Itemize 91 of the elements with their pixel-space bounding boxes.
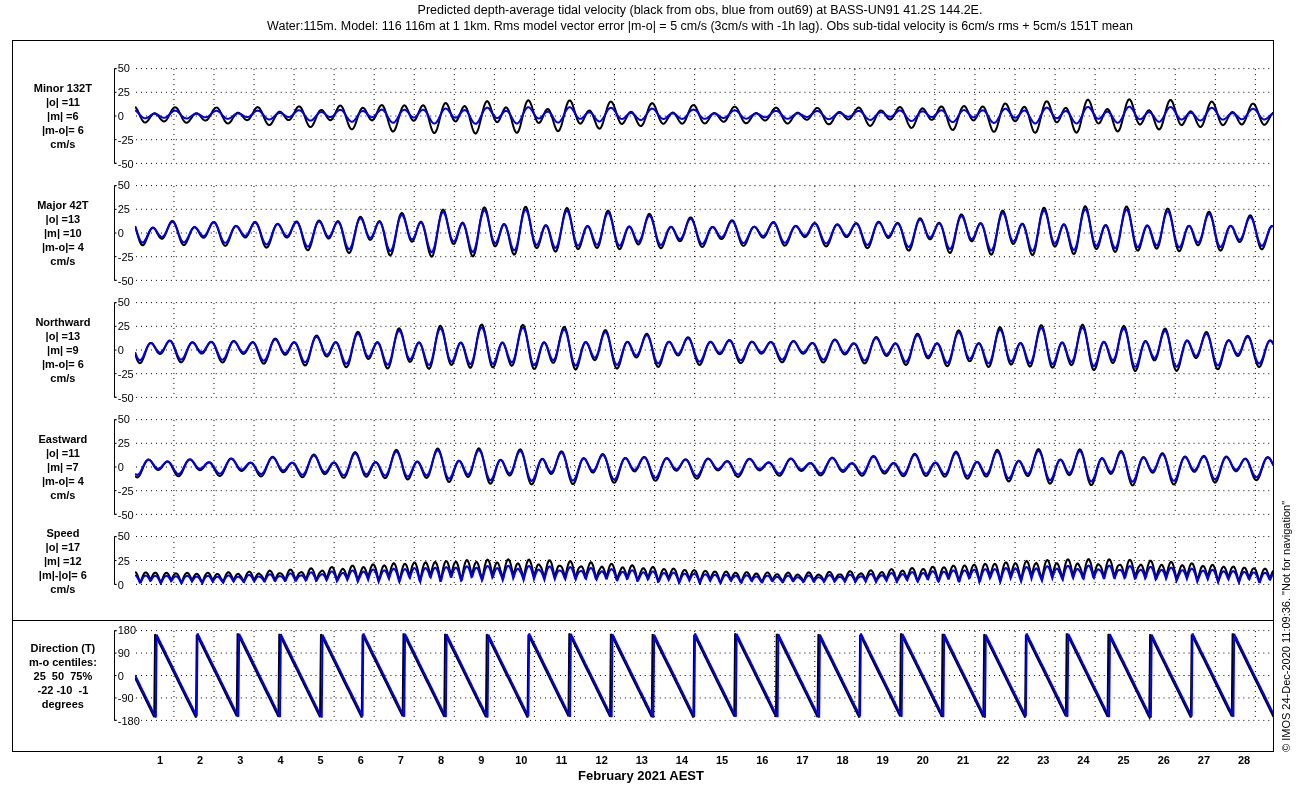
- panel-label: Major 42T: [37, 198, 89, 212]
- x-tick-label: 9: [478, 754, 485, 766]
- panel-stat: |o| =11: [45, 446, 80, 460]
- x-tick-label: 23: [1037, 754, 1050, 766]
- x-tick-label: 19: [876, 754, 889, 766]
- y-tick-label: -25: [117, 134, 134, 146]
- y-tick-label: 0: [117, 227, 124, 239]
- panel-stat: |m| =10: [44, 226, 82, 240]
- panel-stat: |o| =17: [45, 539, 81, 554]
- y-tick-label: -25: [117, 368, 134, 380]
- y-tick-label: -90: [117, 692, 134, 705]
- y-tick-label: 25: [117, 437, 130, 449]
- x-tick-label: 27: [1197, 754, 1210, 766]
- x-tick-label: 7: [397, 754, 404, 766]
- panel-label: Speed: [46, 525, 80, 540]
- y-tick-label: 50: [117, 62, 130, 74]
- y-tick-label: 25: [117, 554, 130, 567]
- y-tick-label: 25: [117, 86, 130, 98]
- x-tick-label: 16: [756, 754, 769, 766]
- x-tick-label: 5: [317, 754, 324, 766]
- y-tick-label: 0: [117, 110, 124, 122]
- y-tick-label: 25: [117, 320, 130, 332]
- x-tick-label: 25: [1117, 754, 1130, 766]
- panel-stat: |m| =6: [47, 109, 79, 123]
- panel-stat: cm/s: [50, 254, 76, 268]
- y-tick-label: 25: [117, 203, 130, 215]
- panel-stat: |o| =11: [45, 95, 80, 109]
- panel-stat: |m-o|= 4: [41, 474, 84, 488]
- x-tick-label: 13: [635, 754, 648, 766]
- x-tick-label: 15: [715, 754, 729, 766]
- x-axis-title: February 2021 AEST: [578, 768, 704, 784]
- y-tick-label: -25: [117, 485, 134, 497]
- y-tick-label: -50: [117, 158, 134, 170]
- y-tick-label: 0: [117, 669, 124, 682]
- x-tick-label: 3: [237, 754, 244, 766]
- x-tick-label: 12: [595, 754, 608, 766]
- y-tick-label: 180: [117, 624, 137, 636]
- y-tick-label: 0: [117, 579, 124, 591]
- panel-stat: |m-o|= 6: [41, 357, 84, 371]
- chart-title: Predicted depth-average tidal velocity (black from obs, blue from out69) at BASS-UN91 41.2S 144.2E.: [417, 2, 983, 18]
- y-tick-label: 0: [117, 461, 124, 473]
- panel-stat: cm/s: [50, 581, 76, 596]
- y-tick-label: -50: [117, 509, 134, 521]
- panel-stat: 25 50 75%: [33, 668, 93, 683]
- panel-stat: |o| =13: [45, 212, 81, 226]
- y-tick-label: -25: [117, 251, 134, 263]
- panel-stat: m-o centiles:: [28, 654, 97, 669]
- x-tick-label: 17: [796, 754, 809, 766]
- x-tick-label: 18: [836, 754, 849, 766]
- panel-stat: cm/s: [50, 137, 76, 151]
- x-tick-label: 4: [277, 754, 284, 766]
- y-tick-label: -50: [117, 392, 134, 404]
- x-tick-label: 1: [156, 754, 164, 766]
- x-tick-label: 24: [1077, 754, 1090, 766]
- chart-title: Water:115m. Model: 116 116m at 1 1km. Rms model vector error |m-o| = 5 cm/s (3cm/s with -1h lag). Obs sub-tidal velocity is 6cm/s rms + 5cm/s 151T mean: [267, 18, 1133, 34]
- y-tick-label: 50: [117, 530, 130, 542]
- panel-stat: cm/s: [50, 488, 76, 502]
- x-tick-label: 6: [357, 754, 364, 766]
- panel-stat: cm/s: [50, 371, 76, 385]
- x-tick-label: 2: [197, 754, 204, 766]
- x-tick-label: 20: [916, 754, 929, 766]
- x-tick-label: 21: [956, 754, 970, 766]
- credit-text: © IMOS 24-Dec-2020 11:09:36. "Not for navigation": [1280, 500, 1292, 752]
- panel-stat: |m-o|= 6: [41, 123, 84, 137]
- panel-stat: |m| =12: [44, 553, 82, 568]
- y-tick-label: 50: [117, 296, 130, 308]
- panel-label: Minor 132T: [33, 81, 92, 95]
- x-tick-label: 22: [997, 754, 1010, 766]
- y-tick-label: -50: [117, 275, 134, 287]
- panel-stat: |m| =9: [47, 343, 79, 357]
- panel-stat: |m| =7: [47, 460, 79, 474]
- x-tick-label: 26: [1157, 754, 1170, 766]
- y-axis: [112, 536, 117, 585]
- x-tick-label: 28: [1237, 754, 1251, 766]
- y-tick-label: 0: [117, 344, 124, 356]
- x-tick-label: 11: [555, 754, 568, 766]
- y-tick-label: 50: [117, 179, 130, 191]
- y-tick-label: -180: [117, 715, 140, 727]
- panel-label: Direction (T): [30, 640, 96, 655]
- x-tick-label: 10: [515, 754, 528, 766]
- x-tick-label: 8: [438, 754, 445, 766]
- panel-stat: |m|-|o|= 6: [38, 567, 87, 582]
- panel-label: Eastward: [38, 432, 88, 446]
- panel-stat: -22 -10 -1: [37, 682, 89, 697]
- panel-label: Northward: [35, 315, 91, 329]
- panel-stat: degrees: [41, 696, 84, 711]
- y-tick-label: 90: [117, 646, 130, 659]
- y-tick-label: 50: [117, 413, 130, 425]
- panel-stat: |m-o|= 4: [41, 240, 84, 254]
- x-tick-label: 14: [675, 754, 689, 766]
- panel-stat: |o| =13: [45, 329, 81, 343]
